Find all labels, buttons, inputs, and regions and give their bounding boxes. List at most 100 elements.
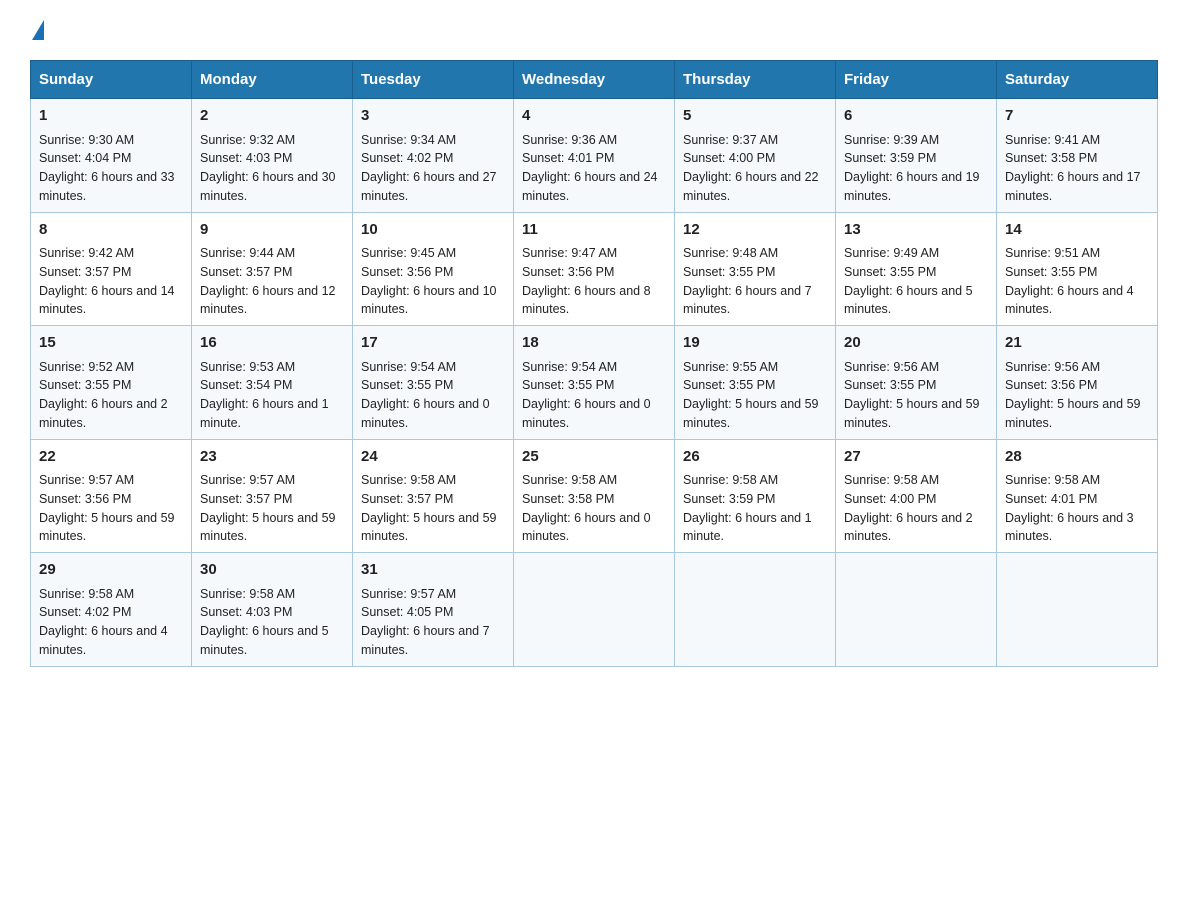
day-number: 29 [39,559,183,582]
sunset-info: Sunset: 3:59 PM [844,149,988,168]
calendar-cell: 2Sunrise: 9:32 AMSunset: 4:03 PMDaylight… [192,99,353,213]
daylight-info: Daylight: 6 hours and 4 minutes. [39,622,183,660]
day-number: 19 [683,332,827,355]
sunrise-info: Sunrise: 9:36 AM [522,131,666,150]
day-number: 4 [522,105,666,128]
calendar-cell: 29Sunrise: 9:58 AMSunset: 4:02 PMDayligh… [31,553,192,667]
sunrise-info: Sunrise: 9:58 AM [844,471,988,490]
col-header-thursday: Thursday [675,61,836,99]
sunrise-info: Sunrise: 9:54 AM [522,358,666,377]
sunset-info: Sunset: 3:57 PM [361,490,505,509]
day-number: 16 [200,332,344,355]
day-number: 23 [200,446,344,469]
sunset-info: Sunset: 4:02 PM [361,149,505,168]
daylight-info: Daylight: 6 hours and 4 minutes. [1005,282,1149,320]
daylight-info: Daylight: 6 hours and 5 minutes. [844,282,988,320]
daylight-info: Daylight: 6 hours and 1 minute. [200,395,344,433]
sunrise-info: Sunrise: 9:30 AM [39,131,183,150]
calendar-cell: 11Sunrise: 9:47 AMSunset: 3:56 PMDayligh… [514,212,675,326]
day-number: 15 [39,332,183,355]
col-header-friday: Friday [836,61,997,99]
calendar-cell [514,553,675,667]
day-number: 26 [683,446,827,469]
sunrise-info: Sunrise: 9:58 AM [522,471,666,490]
calendar-cell: 20Sunrise: 9:56 AMSunset: 3:55 PMDayligh… [836,326,997,440]
calendar-cell: 3Sunrise: 9:34 AMSunset: 4:02 PMDaylight… [353,99,514,213]
sunrise-info: Sunrise: 9:56 AM [844,358,988,377]
sunset-info: Sunset: 3:55 PM [522,376,666,395]
daylight-info: Daylight: 5 hours and 59 minutes. [1005,395,1149,433]
sunset-info: Sunset: 3:58 PM [1005,149,1149,168]
col-header-tuesday: Tuesday [353,61,514,99]
day-number: 2 [200,105,344,128]
sunset-info: Sunset: 3:57 PM [39,263,183,282]
day-number: 7 [1005,105,1149,128]
daylight-info: Daylight: 6 hours and 7 minutes. [361,622,505,660]
daylight-info: Daylight: 6 hours and 30 minutes. [200,168,344,206]
sunset-info: Sunset: 3:56 PM [1005,376,1149,395]
day-number: 5 [683,105,827,128]
sunrise-info: Sunrise: 9:49 AM [844,244,988,263]
daylight-info: Daylight: 6 hours and 12 minutes. [200,282,344,320]
page-header [30,20,1158,40]
day-number: 20 [844,332,988,355]
calendar-week-row: 8Sunrise: 9:42 AMSunset: 3:57 PMDaylight… [31,212,1158,326]
day-number: 11 [522,219,666,242]
sunrise-info: Sunrise: 9:52 AM [39,358,183,377]
day-number: 6 [844,105,988,128]
sunset-info: Sunset: 3:58 PM [522,490,666,509]
daylight-info: Daylight: 6 hours and 33 minutes. [39,168,183,206]
daylight-info: Daylight: 6 hours and 1 minute. [683,509,827,547]
daylight-info: Daylight: 6 hours and 7 minutes. [683,282,827,320]
calendar-week-row: 15Sunrise: 9:52 AMSunset: 3:55 PMDayligh… [31,326,1158,440]
sunrise-info: Sunrise: 9:58 AM [361,471,505,490]
sunset-info: Sunset: 3:57 PM [200,263,344,282]
sunset-info: Sunset: 3:55 PM [683,376,827,395]
calendar-cell: 16Sunrise: 9:53 AMSunset: 3:54 PMDayligh… [192,326,353,440]
sunrise-info: Sunrise: 9:32 AM [200,131,344,150]
calendar-cell: 28Sunrise: 9:58 AMSunset: 4:01 PMDayligh… [997,439,1158,553]
sunrise-info: Sunrise: 9:41 AM [1005,131,1149,150]
sunset-info: Sunset: 4:00 PM [844,490,988,509]
col-header-sunday: Sunday [31,61,192,99]
calendar-cell: 19Sunrise: 9:55 AMSunset: 3:55 PMDayligh… [675,326,836,440]
sunset-info: Sunset: 4:00 PM [683,149,827,168]
daylight-info: Daylight: 6 hours and 22 minutes. [683,168,827,206]
calendar-week-row: 1Sunrise: 9:30 AMSunset: 4:04 PMDaylight… [31,99,1158,213]
sunrise-info: Sunrise: 9:42 AM [39,244,183,263]
sunrise-info: Sunrise: 9:39 AM [844,131,988,150]
day-number: 18 [522,332,666,355]
sunset-info: Sunset: 3:55 PM [39,376,183,395]
calendar-cell: 26Sunrise: 9:58 AMSunset: 3:59 PMDayligh… [675,439,836,553]
calendar-cell: 27Sunrise: 9:58 AMSunset: 4:00 PMDayligh… [836,439,997,553]
calendar-cell: 22Sunrise: 9:57 AMSunset: 3:56 PMDayligh… [31,439,192,553]
calendar-cell: 24 Sunrise: 9:58 AMSunset: 3:57 PMDayligh… [353,439,514,553]
day-number: 31 [361,559,505,582]
sunset-info: Sunset: 4:01 PM [1005,490,1149,509]
daylight-info: Daylight: 5 hours and 59 minutes. [844,395,988,433]
day-number: 22 [39,446,183,469]
calendar-cell: 23Sunrise: 9:57 AMSunset: 3:57 PMDayligh… [192,439,353,553]
sunrise-info: Sunrise: 9:57 AM [361,585,505,604]
sunrise-info: Sunrise: 9:45 AM [361,244,505,263]
calendar-week-row: 22Sunrise: 9:57 AMSunset: 3:56 PMDayligh… [31,439,1158,553]
calendar-cell: 15Sunrise: 9:52 AMSunset: 3:55 PMDayligh… [31,326,192,440]
calendar-cell: 9Sunrise: 9:44 AMSunset: 3:57 PMDaylight… [192,212,353,326]
calendar-cell: 8Sunrise: 9:42 AMSunset: 3:57 PMDaylight… [31,212,192,326]
sunrise-info: Sunrise: 9:48 AM [683,244,827,263]
sunrise-info: Sunrise: 9:58 AM [200,585,344,604]
day-number: 24 [361,446,505,469]
day-number: 21 [1005,332,1149,355]
sunrise-info: Sunrise: 9:57 AM [200,471,344,490]
calendar-cell: 21Sunrise: 9:56 AMSunset: 3:56 PMDayligh… [997,326,1158,440]
daylight-info: Daylight: 6 hours and 0 minutes. [522,509,666,547]
sunrise-info: Sunrise: 9:58 AM [683,471,827,490]
daylight-info: Daylight: 5 hours and 59 minutes. [361,509,505,547]
sunrise-info: Sunrise: 9:37 AM [683,131,827,150]
day-number: 3 [361,105,505,128]
calendar-cell: 14Sunrise: 9:51 AMSunset: 3:55 PMDayligh… [997,212,1158,326]
sunset-info: Sunset: 4:04 PM [39,149,183,168]
daylight-info: Daylight: 5 hours and 59 minutes. [683,395,827,433]
daylight-info: Daylight: 6 hours and 14 minutes. [39,282,183,320]
calendar-cell: 30Sunrise: 9:58 AMSunset: 4:03 PMDayligh… [192,553,353,667]
